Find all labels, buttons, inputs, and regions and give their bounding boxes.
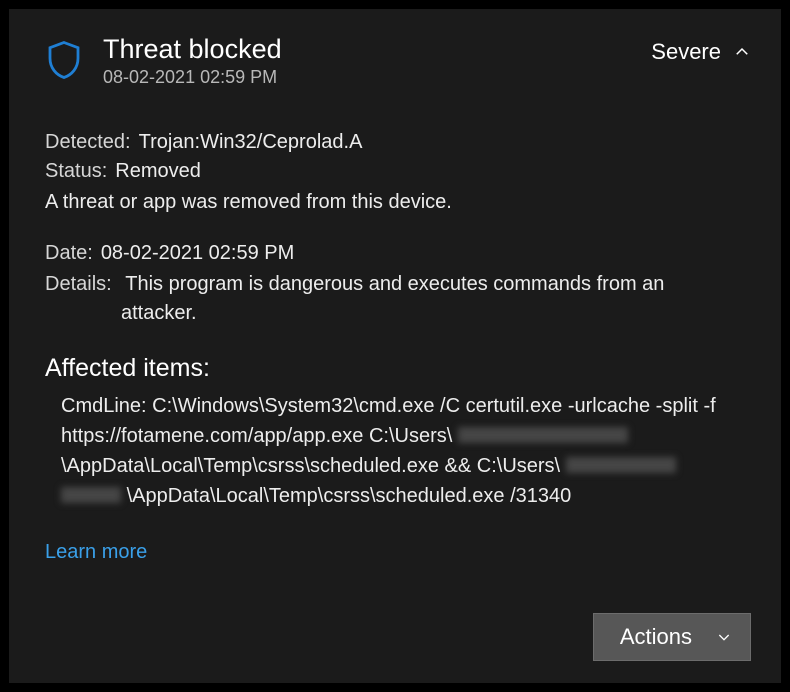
title-block: Threat blocked 08-02-2021 02:59 PM [103, 33, 651, 88]
affected-heading: Affected items: [45, 354, 751, 383]
actions-label: Actions [620, 624, 692, 650]
learn-more-link[interactable]: Learn more [45, 541, 147, 564]
detected-value: Trojan:Win32/Ceprolad.A [139, 128, 363, 157]
redacted-text [458, 427, 628, 443]
chevron-down-icon [716, 629, 732, 645]
card-footer: Actions [593, 613, 751, 661]
redacted-text [566, 457, 676, 473]
status-value: Removed [115, 157, 201, 186]
severity-toggle[interactable]: Severe [651, 39, 751, 65]
detected-row: Detected: Trojan:Win32/Ceprolad.A [45, 128, 751, 157]
redacted-text [61, 487, 121, 503]
severity-label: Severe [651, 39, 721, 65]
details-row: Details: This program is dangerous and e… [45, 270, 751, 299]
card-body: Detected: Trojan:Win32/Ceprolad.A Status… [39, 128, 751, 564]
threat-card: Threat blocked 08-02-2021 02:59 PM Sever… [8, 8, 782, 684]
card-title: Threat blocked [103, 33, 651, 65]
date-label: Date: [45, 239, 93, 268]
details-value-line1: This program is dangerous and executes c… [117, 273, 664, 295]
detected-label: Detected: [45, 128, 131, 157]
status-summary: A threat or app was removed from this de… [45, 188, 751, 217]
details-value-line2: attacker. [45, 299, 751, 328]
status-label: Status: [45, 157, 107, 186]
date-value: 08-02-2021 02:59 PM [101, 239, 294, 268]
chevron-up-icon [733, 43, 751, 61]
affected-cmdline: CmdLine: C:\Windows\System32\cmd.exe /C … [45, 391, 751, 511]
cmd-part-3: \AppData\Local\Temp\csrss\scheduled.exe … [127, 485, 572, 507]
shield-icon [39, 35, 89, 85]
cmd-part-2: \AppData\Local\Temp\csrss\scheduled.exe … [61, 455, 560, 477]
card-header: Threat blocked 08-02-2021 02:59 PM Sever… [39, 33, 751, 88]
details-label: Details: [45, 273, 112, 295]
card-timestamp: 08-02-2021 02:59 PM [103, 67, 651, 88]
status-row: Status: Removed [45, 157, 751, 186]
actions-button[interactable]: Actions [593, 613, 751, 661]
date-row: Date: 08-02-2021 02:59 PM [45, 239, 751, 268]
